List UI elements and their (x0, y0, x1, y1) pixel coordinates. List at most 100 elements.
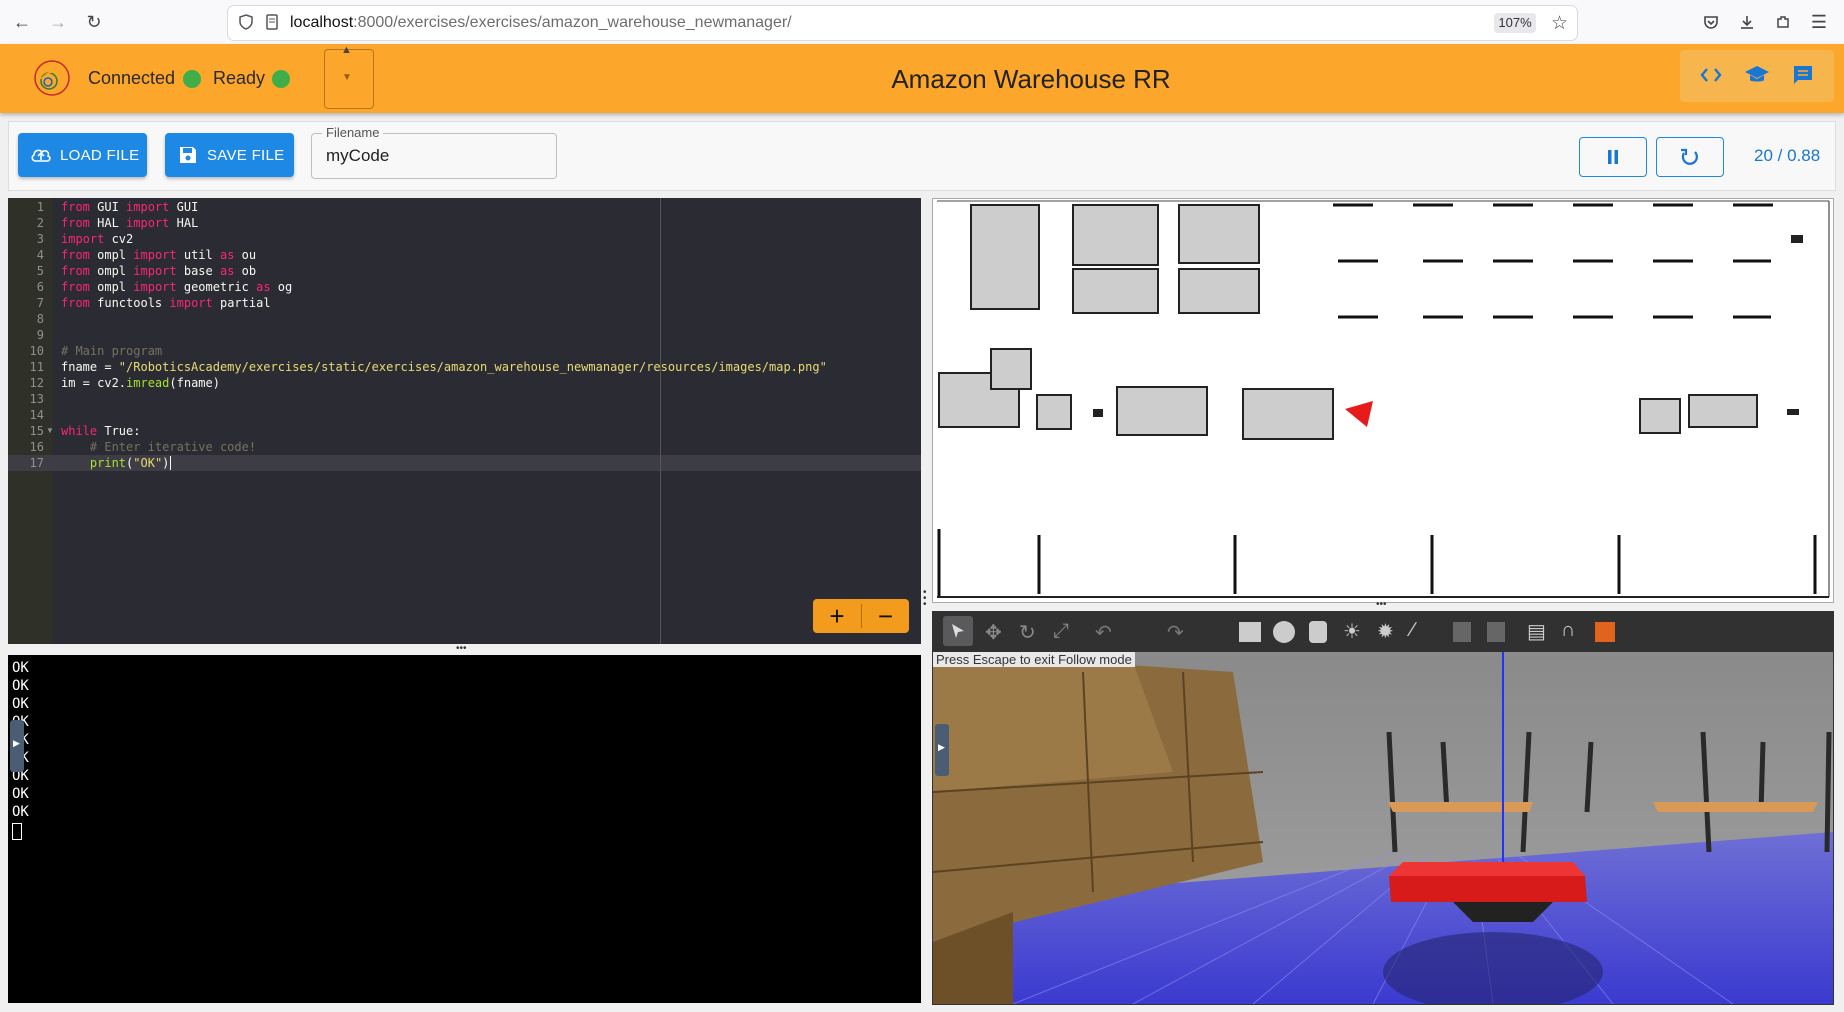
snap-icon[interactable]: ∩ (1561, 619, 1575, 642)
box-shape-icon[interactable] (1239, 622, 1261, 642)
code-token: import (126, 216, 170, 230)
pause-button[interactable] (1579, 137, 1647, 177)
exercise-dropdown[interactable]: ▲ ▼ (324, 44, 374, 109)
code-editor[interactable]: 1 2 3 4 5 6 7 8 9 10 11 12 13 14 15 16 17 from GUI impor… (8, 198, 921, 644)
menu-icon[interactable]: ☰ (1805, 8, 1833, 36)
reset-button[interactable] (1656, 137, 1724, 177)
pause-icon (1608, 150, 1618, 164)
console-line: OK (12, 696, 29, 712)
save-icon (179, 146, 197, 164)
cloud-upload-icon (30, 146, 52, 164)
reload-icon[interactable]: ↻ (80, 8, 108, 36)
load-file-label: LOAD FILE (60, 146, 140, 164)
line-number: 16 (29, 440, 44, 454)
url-bar[interactable]: localhost:8000/exercises/exercises/amazo… (228, 6, 1577, 40)
code-token: print (89, 456, 127, 470)
side-splitter-handle[interactable]: ••• (923, 588, 929, 610)
console-line: OK (12, 660, 29, 676)
filename-input[interactable]: myCode (326, 146, 389, 166)
back-icon[interactable]: ← (8, 8, 36, 36)
follow-mode-message: Press Escape to exit Follow mode (933, 652, 1135, 667)
file-toolbar: LOAD FILE SAVE FILE Filename myCode 20 /… (8, 121, 1836, 191)
select-tool-icon[interactable] (943, 616, 973, 646)
code-token: from (61, 200, 90, 214)
code-token: HAL (89, 216, 127, 230)
spot-light-icon[interactable]: ✹ (1377, 619, 1394, 644)
view-side-handle[interactable]: ▶ (935, 724, 949, 776)
ready-status-dot (272, 70, 290, 88)
sphere-shape-icon[interactable] (1273, 621, 1295, 643)
change-view-icon[interactable] (1595, 622, 1615, 642)
fold-arrow-icon[interactable]: ▼ (46, 426, 54, 435)
code-token: GUI (89, 200, 127, 214)
code-token: as (219, 264, 235, 278)
code-token: import (133, 264, 177, 278)
code-token: im = cv2. (61, 376, 127, 390)
editor-zoom-controls: + − (813, 599, 909, 633)
bookmark-star-icon[interactable]: ☆ (1551, 12, 1568, 35)
line-number: 7 (36, 296, 44, 310)
extensions-icon[interactable] (1769, 8, 1797, 36)
cylinder-shape-icon[interactable] (1309, 621, 1327, 643)
line-number: 11 (29, 360, 44, 374)
download-icon[interactable] (1733, 8, 1761, 36)
code-token: "/RoboticsAcademy/exercises/static/exerc… (118, 360, 827, 374)
chat-icon[interactable] (1780, 52, 1826, 98)
code-token: import (126, 200, 170, 214)
expand-arrow-icon: ▶ (938, 742, 945, 752)
code-token: og (270, 280, 293, 294)
collapse-icon[interactable]: ▲ (341, 44, 352, 56)
code-token: (fname) (169, 376, 220, 390)
code-token: GUI (169, 200, 199, 214)
code-token: from (61, 264, 90, 278)
code-token: from (61, 248, 90, 262)
translate-tool-icon[interactable]: ✥ (985, 620, 1002, 645)
school-icon[interactable] (1734, 52, 1780, 98)
gazebo-3d-view[interactable]: ✥ ↻ ⤢ ↶ ↷ ☀ ✹ ∕ ▤ ∩ Press Escape to exit… (932, 611, 1834, 1005)
chevron-down-icon: ▼ (342, 72, 352, 83)
code-line: from HAL import HAL (61, 215, 198, 231)
code-token: ob (234, 264, 257, 278)
console-output[interactable]: OKOKOKOKOKOKOKOKOK ▶ (8, 655, 921, 1003)
filename-label: Filename (322, 125, 384, 140)
directional-light-icon[interactable]: ∕ (1411, 619, 1414, 642)
code-line: from functools import partial (61, 295, 271, 311)
filename-field[interactable]: Filename myCode (311, 125, 557, 179)
zoom-out-button[interactable]: − (862, 599, 909, 633)
line-number: 15 (29, 424, 44, 438)
rotate-tool-icon[interactable]: ↻ (1019, 620, 1036, 645)
zoom-level[interactable]: 107% (1494, 13, 1536, 33)
redo-icon[interactable]: ↷ (1167, 620, 1184, 645)
pocket-icon[interactable] (1697, 8, 1725, 36)
ready-label: Ready (213, 68, 266, 88)
undo-icon[interactable]: ↶ (1095, 620, 1112, 645)
paste-icon[interactable] (1487, 622, 1505, 642)
copy-icon[interactable] (1453, 622, 1471, 642)
line-number: 13 (29, 392, 44, 406)
line-number: 1 (36, 200, 44, 214)
line-number: 4 (36, 248, 44, 262)
line-number: 5 (36, 264, 44, 278)
console-side-handle[interactable]: ▶ (10, 720, 24, 772)
code-token: from (61, 280, 90, 294)
code-icon[interactable] (1688, 52, 1734, 98)
code-token: ompl (89, 264, 134, 278)
code-token: import (169, 296, 213, 310)
zoom-in-button[interactable]: + (813, 599, 861, 633)
forward-icon[interactable]: → (44, 8, 72, 36)
line-number: 2 (36, 216, 44, 230)
code-line: from ompl import geometric as og (61, 279, 292, 295)
code-token: partial (212, 296, 271, 310)
align-icon[interactable]: ▤ (1527, 619, 1546, 644)
load-file-button[interactable]: LOAD FILE (18, 133, 147, 177)
horizontal-splitter-handle[interactable]: ••• (1376, 600, 1387, 610)
code-line: while True: (61, 423, 140, 439)
line-number: 10 (29, 344, 44, 358)
scale-tool-icon[interactable]: ⤢ (1053, 620, 1069, 643)
view-toolbar: ✥ ↻ ⤢ ↶ ↷ ☀ ✹ ∕ ▤ ∩ (933, 612, 1833, 652)
code-token: imread (126, 376, 170, 390)
point-light-icon[interactable]: ☀ (1343, 619, 1361, 644)
url-text: localhost:8000/exercises/exercises/amazo… (290, 14, 792, 32)
vertical-splitter-handle[interactable]: ••• (456, 644, 467, 654)
save-file-button[interactable]: SAVE FILE (165, 133, 294, 177)
